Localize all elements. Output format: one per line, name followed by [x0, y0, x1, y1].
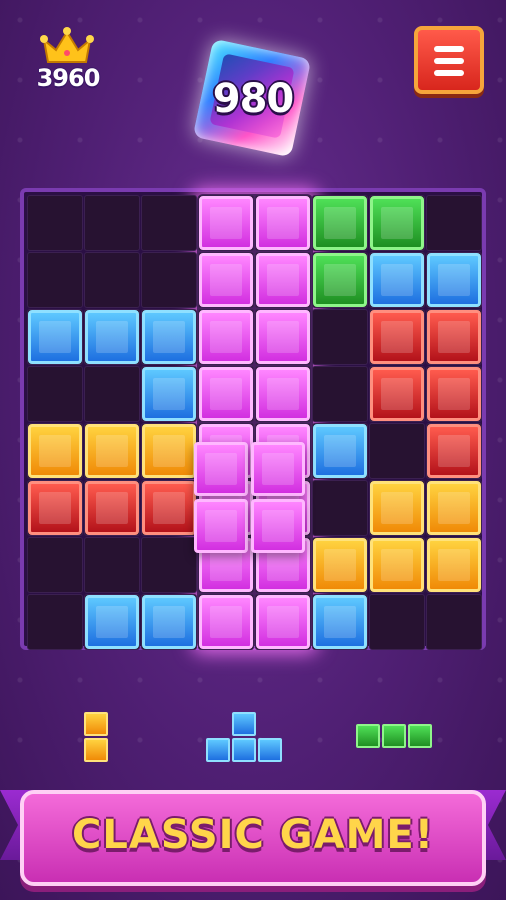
- menu-icon-line: [434, 70, 464, 76]
- pink-block: [256, 253, 310, 307]
- orange-block: [142, 424, 196, 478]
- board-cell[interactable]: [84, 537, 140, 593]
- blue-block: [313, 595, 367, 649]
- green-block: [370, 196, 424, 250]
- pink-block: [199, 196, 253, 250]
- menu-icon: [434, 46, 464, 52]
- orange-block: [28, 424, 82, 478]
- board-cell[interactable]: [369, 594, 425, 650]
- board-cell[interactable]: [27, 195, 83, 251]
- pink-block: [199, 367, 253, 421]
- blue-block: [85, 310, 139, 364]
- board-cell[interactable]: [84, 366, 140, 422]
- red-block: [427, 424, 481, 478]
- pink-block: [256, 310, 310, 364]
- board-cell[interactable]: [312, 366, 368, 422]
- board-cell[interactable]: [141, 195, 197, 251]
- green-horizontal-3-cell: [382, 724, 406, 748]
- green-block: [313, 253, 367, 307]
- board-cell[interactable]: [369, 423, 425, 479]
- pink-block: [199, 595, 253, 649]
- board-cell[interactable]: [84, 252, 140, 308]
- blue-block: [28, 310, 82, 364]
- blue-block: [85, 595, 139, 649]
- pink-block: [256, 196, 310, 250]
- blue-block: [370, 253, 424, 307]
- blue-block: [313, 424, 367, 478]
- orange-block: [370, 538, 424, 592]
- green-horizontal-3-cell: [408, 724, 432, 748]
- orange-block: [85, 424, 139, 478]
- green-horizontal-3-cell: [356, 724, 380, 748]
- board-cell[interactable]: [141, 252, 197, 308]
- pink-block: [256, 595, 310, 649]
- board-cell[interactable]: [27, 252, 83, 308]
- game-board[interactable]: [20, 188, 486, 650]
- blue-block: [142, 367, 196, 421]
- dragging-piece-block[interactable]: [251, 499, 305, 553]
- red-block: [370, 310, 424, 364]
- current-score: 980: [212, 76, 295, 122]
- best-score: 3960: [36, 64, 101, 92]
- menu-button[interactable]: [414, 26, 484, 94]
- board-cell[interactable]: [27, 594, 83, 650]
- banner-text: CLASSIC GAME!: [72, 812, 434, 858]
- board-cell[interactable]: [312, 309, 368, 365]
- blue-t-piece-cell: [258, 738, 282, 762]
- board-cell[interactable]: [84, 195, 140, 251]
- menu-icon-line: [434, 58, 464, 64]
- pink-block: [199, 310, 253, 364]
- orange-block: [427, 481, 481, 535]
- blue-block: [142, 310, 196, 364]
- board-cell[interactable]: [426, 594, 482, 650]
- crown-icon: [40, 27, 94, 63]
- red-block: [28, 481, 82, 535]
- dragging-piece-block[interactable]: [194, 442, 248, 496]
- red-block: [142, 481, 196, 535]
- blue-block: [142, 595, 196, 649]
- green-block: [313, 196, 367, 250]
- board-cell[interactable]: [27, 366, 83, 422]
- board-cell[interactable]: [141, 537, 197, 593]
- orange-block: [313, 538, 367, 592]
- board-cell[interactable]: [312, 480, 368, 536]
- board-cell[interactable]: [426, 195, 482, 251]
- blue-t-piece-cell: [232, 712, 256, 736]
- board-cell[interactable]: [27, 537, 83, 593]
- blue-block: [427, 253, 481, 307]
- red-block: [427, 367, 481, 421]
- blue-t-piece-cell: [232, 738, 256, 762]
- red-block: [427, 310, 481, 364]
- dragging-piece-block[interactable]: [194, 499, 248, 553]
- orange-vertical-2-cell: [84, 712, 108, 736]
- pink-block: [256, 367, 310, 421]
- orange-block: [427, 538, 481, 592]
- blue-t-piece-cell: [206, 738, 230, 762]
- pink-block: [199, 253, 253, 307]
- red-block: [370, 367, 424, 421]
- red-block: [85, 481, 139, 535]
- orange-vertical-2-cell: [84, 738, 108, 762]
- dragging-piece-block[interactable]: [251, 442, 305, 496]
- orange-block: [370, 481, 424, 535]
